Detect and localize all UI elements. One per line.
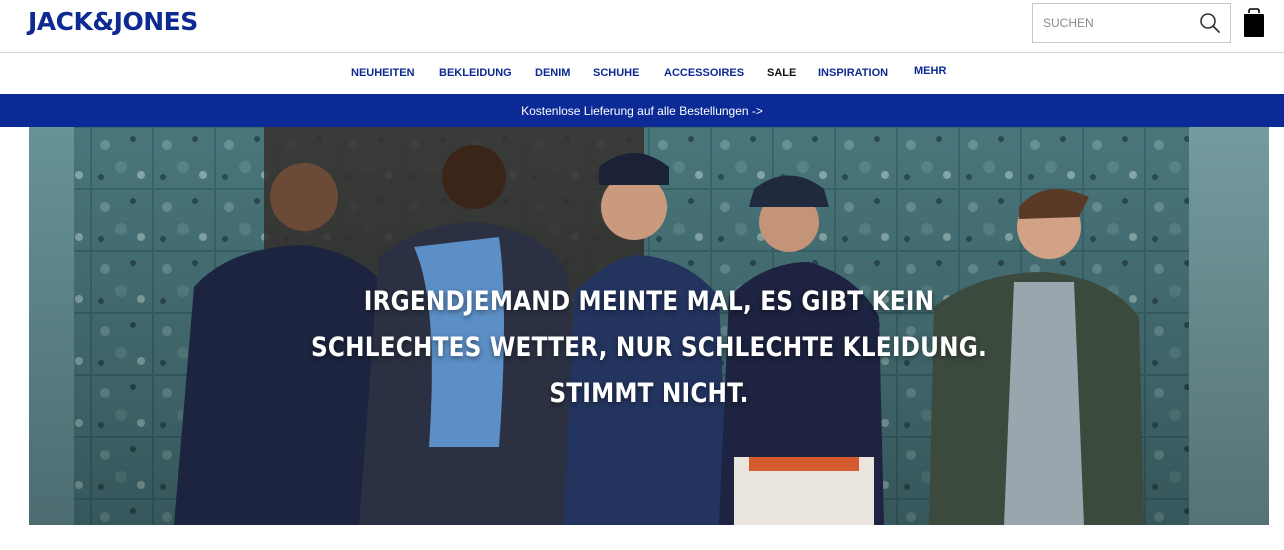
main-navigation: NEUHEITEN BEKLEIDUNG DENIM SCHUHE ACCESS… bbox=[0, 53, 1284, 94]
nav-item-mehr[interactable]: MEHR bbox=[914, 65, 946, 77]
nav-item-neuheiten[interactable]: NEUHEITEN bbox=[351, 67, 415, 79]
nav-item-accessoires[interactable]: ACCESSOIRES bbox=[664, 67, 744, 79]
hero-line: SCHLECHTES WETTER, NUR SCHLECHTE KLEIDUN… bbox=[311, 332, 987, 363]
brand-logo[interactable]: JACK&JONES bbox=[28, 7, 198, 36]
site-header: JACK&JONES bbox=[0, 0, 1284, 53]
nav-item-sale[interactable]: SALE bbox=[767, 67, 796, 79]
hero-headline: IRGENDJEMAND MEINTE MAL, ES GIBT KEIN SC… bbox=[116, 279, 1182, 417]
nav-item-inspiration[interactable]: INSPIRATION bbox=[818, 67, 888, 79]
nav-item-schuhe[interactable]: SCHUHE bbox=[593, 67, 639, 79]
shopping-bag-icon[interactable] bbox=[1242, 8, 1266, 38]
hero-line: STIMMT NICHT. bbox=[549, 378, 749, 409]
search-box bbox=[1032, 3, 1231, 43]
search-input[interactable] bbox=[1033, 4, 1193, 42]
nav-item-denim[interactable]: DENIM bbox=[535, 67, 570, 79]
nav-item-bekleidung[interactable]: BEKLEIDUNG bbox=[439, 67, 512, 79]
hero-line: IRGENDJEMAND MEINTE MAL, ES GIBT KEIN bbox=[363, 286, 935, 317]
hero-banner[interactable]: IRGENDJEMAND MEINTE MAL, ES GIBT KEIN SC… bbox=[29, 127, 1269, 525]
promo-banner: Kostenlose Lieferung auf alle Bestellung… bbox=[0, 94, 1284, 127]
promo-link[interactable]: Kostenlose Lieferung auf alle Bestellung… bbox=[521, 104, 763, 118]
search-icon[interactable] bbox=[1199, 12, 1221, 34]
